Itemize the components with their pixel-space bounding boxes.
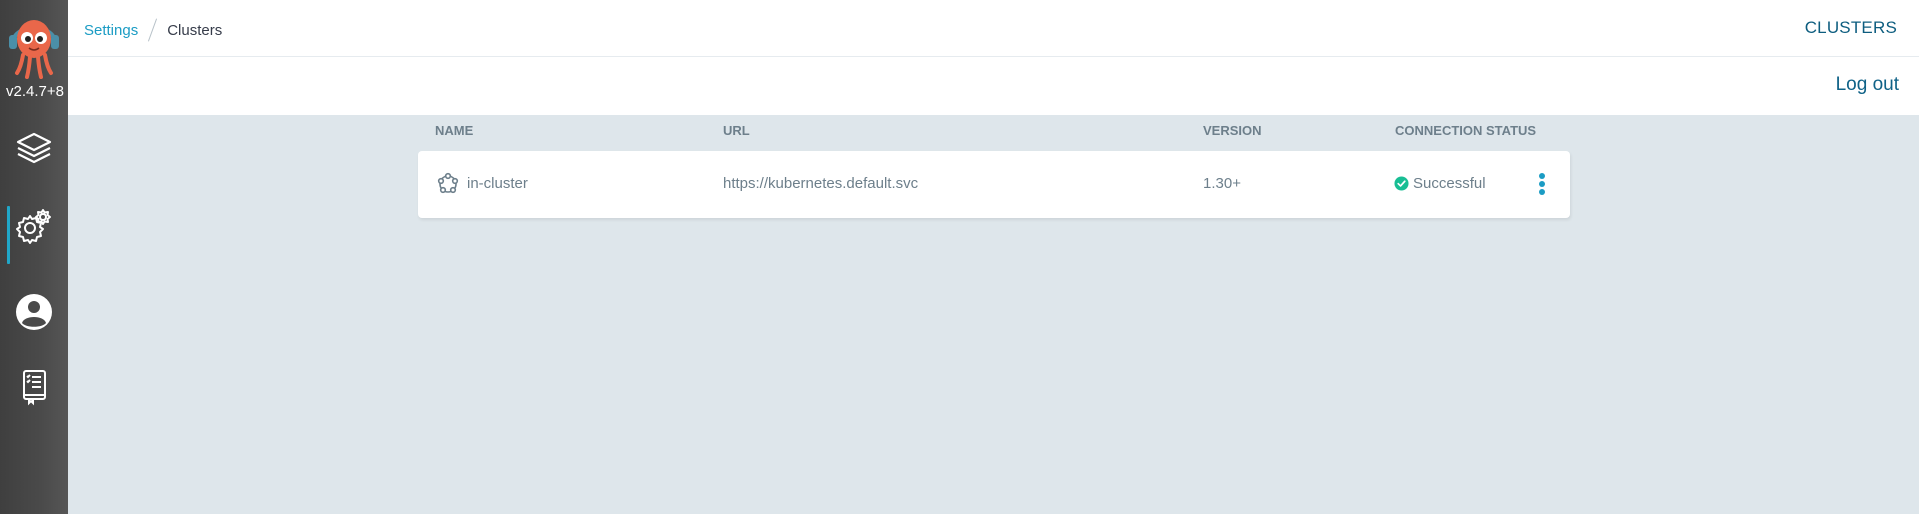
column-header-connection-status: CONNECTION STATUS [1395, 123, 1537, 138]
cluster-url: https://kubernetes.default.svc [723, 175, 919, 192]
gear-icon [16, 209, 51, 244]
logout-button[interactable]: Log out [1836, 74, 1899, 96]
row-actions-menu-button[interactable] [1532, 169, 1552, 199]
column-header-version: VERSION [1203, 123, 1262, 138]
docs-icon [23, 370, 46, 406]
breadcrumb-current: Clusters [167, 21, 223, 39]
page-title: CLUSTERS [1804, 18, 1897, 37]
column-header-url: URL [723, 123, 750, 138]
user-icon [16, 294, 52, 330]
connection-status: Successful [1413, 175, 1486, 192]
sidebar-item-settings[interactable] [0, 197, 68, 255]
sidebar-item-applications[interactable] [0, 119, 68, 177]
check-circle-icon [1394, 176, 1409, 191]
breadcrumb-separator [148, 18, 158, 42]
column-header-name: NAME [435, 123, 474, 138]
cluster-version: 1.30+ [1203, 175, 1241, 192]
version-label: v2.4.7+8 [6, 83, 64, 100]
more-vertical-icon [1539, 173, 1545, 195]
sidebar: v2.4.7+8 [0, 0, 68, 514]
top-bar: Settings Clusters CLUSTERS [68, 0, 1919, 57]
layers-icon [16, 132, 52, 164]
toolbar: Log out [68, 57, 1919, 115]
sidebar-item-user-info[interactable] [0, 283, 68, 341]
breadcrumb-settings-link[interactable]: Settings [84, 22, 138, 39]
argo-logo[interactable] [7, 9, 61, 79]
breadcrumb: Settings Clusters [84, 18, 222, 42]
table-row[interactable]: in-cluster https://kubernetes.default.sv… [418, 151, 1570, 218]
cluster-name: in-cluster [467, 175, 528, 192]
table-header: NAME URL VERSION CONNECTION STATUS [418, 123, 1569, 143]
cluster-icon [437, 172, 459, 194]
sidebar-item-documentation[interactable] [0, 357, 68, 415]
